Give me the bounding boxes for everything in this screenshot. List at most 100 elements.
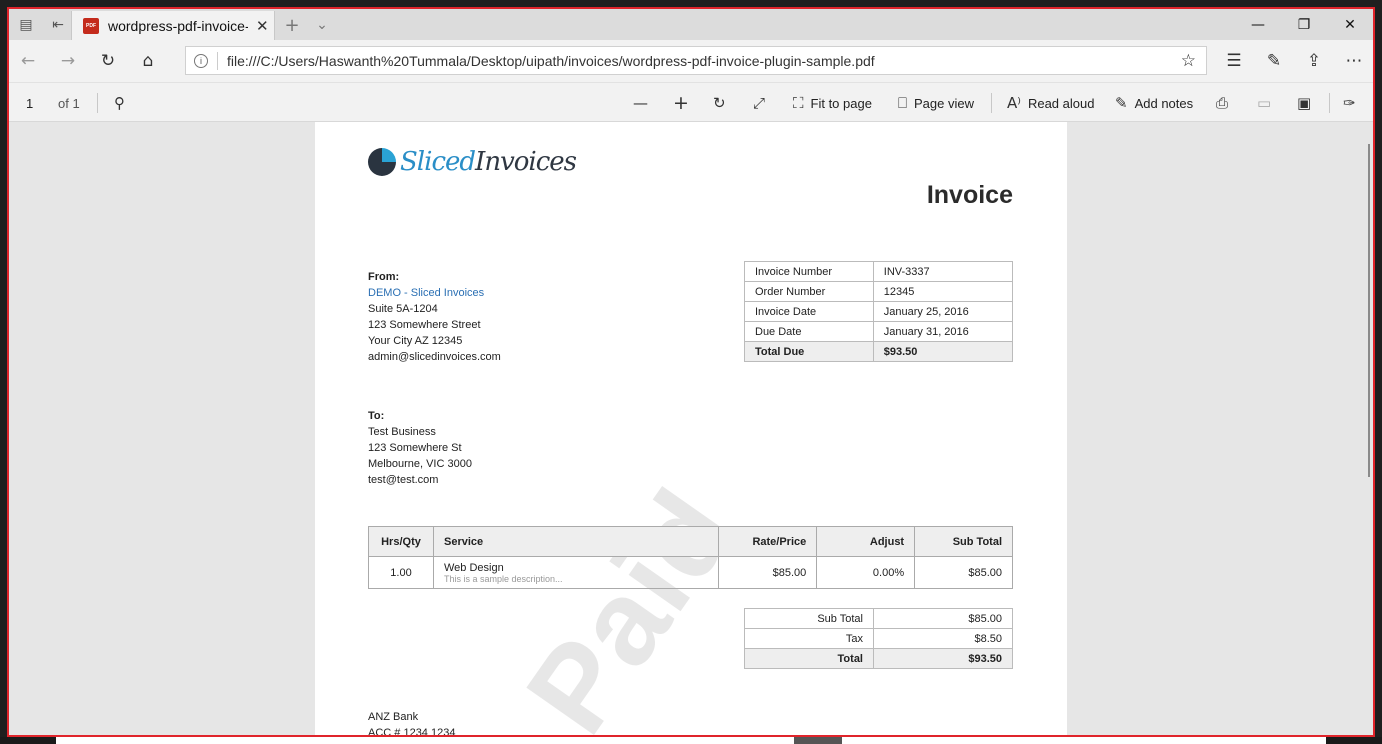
- totals-label: Sub Total: [744, 608, 874, 629]
- meta-label: Invoice Number: [744, 261, 874, 282]
- to-address: To: Test Business 123 Somewhere St Melbo…: [368, 408, 472, 488]
- table-row: 1.00 Web Design This is a sample descrip…: [368, 556, 1013, 589]
- print-icon[interactable]: ⎙: [1216, 83, 1235, 123]
- url-field[interactable]: i file:///C:/Users/Haswanth%20Tummala/De…: [185, 46, 1207, 75]
- meta-value: INV-3337: [872, 261, 1014, 282]
- pdf-viewer[interactable]: Paid Sliced Invoices Invoice From: DEMO -…: [9, 122, 1373, 735]
- from-line3: Your City AZ 12345: [368, 335, 463, 347]
- tab-list-icon[interactable]: ▤: [15, 14, 37, 36]
- header-rate: Rate/Price: [718, 526, 818, 557]
- sliced-invoices-logo: Sliced Invoices: [368, 147, 577, 177]
- add-notes-label: Add notes: [1134, 95, 1194, 111]
- refresh-icon[interactable]: ↻: [95, 49, 121, 73]
- tab-title: wordpress-pdf-invoice-: [108, 17, 248, 34]
- meta-row: Invoice Date January 25, 2016: [744, 301, 1014, 322]
- from-company[interactable]: DEMO - Sliced Invoices: [368, 285, 501, 301]
- totals-table: Sub Total $85.00 Tax $8.50 Total $93.50: [744, 608, 1013, 669]
- bank-name: ANZ Bank: [368, 711, 419, 723]
- to-label: To:: [368, 410, 385, 422]
- fit-to-page-icon: ⛶: [793, 94, 804, 112]
- favorite-star-icon[interactable]: ☆: [1181, 51, 1196, 71]
- to-name: Test Business: [368, 426, 436, 438]
- item-adjust: 0.00%: [816, 556, 916, 589]
- zoom-in-icon[interactable]: +: [673, 83, 696, 123]
- page-number-input[interactable]: 1: [26, 83, 33, 123]
- toolbar-divider: [97, 93, 98, 113]
- meta-row-total: Total Due $93.50: [744, 341, 1014, 362]
- read-aloud-button[interactable]: A⁾ Read aloud: [1007, 83, 1094, 123]
- from-email: admin@slicedinvoices.com: [368, 351, 501, 363]
- url-text[interactable]: file:///C:/Users/Haswanth%20Tummala/Desk…: [227, 53, 875, 69]
- home-icon[interactable]: ⌂: [135, 49, 161, 73]
- bank-account: ACC # 1234 1234: [368, 727, 456, 735]
- header-service: Service: [432, 526, 720, 557]
- minimize-button[interactable]: —: [1235, 9, 1281, 40]
- item-subtotal: $85.00: [914, 556, 1013, 589]
- fullscreen-icon[interactable]: ⤢: [753, 83, 772, 123]
- from-line2: 123 Somewhere Street: [368, 319, 481, 331]
- close-tab-icon[interactable]: ✕: [256, 17, 269, 35]
- paid-watermark: Paid: [500, 465, 761, 735]
- items-header-row: Hrs/Qty Service Rate/Price Adjust Sub To…: [368, 526, 1013, 557]
- meta-value: January 25, 2016: [872, 301, 1014, 322]
- restore-button[interactable]: ❐: [1281, 9, 1327, 40]
- new-tab-icon[interactable]: +: [281, 14, 303, 36]
- pdf-page: Paid Sliced Invoices Invoice From: DEMO -…: [315, 122, 1067, 735]
- pdf-file-icon: PDF: [83, 17, 99, 34]
- share-icon[interactable]: ⇪: [1301, 49, 1327, 73]
- rotate-icon[interactable]: ↻: [713, 83, 733, 123]
- fit-to-page-label: Fit to page: [810, 95, 872, 111]
- totals-value: $93.50: [873, 648, 1013, 669]
- meta-label: Invoice Date: [744, 301, 874, 322]
- logo-text-sliced: Sliced: [400, 147, 476, 177]
- browser-window: ▤ ⇤ PDF wordpress-pdf-invoice- ✕ + ⌄ — ❐…: [7, 7, 1375, 737]
- meta-value: $93.50: [872, 341, 1014, 362]
- toolbar-divider: [1329, 93, 1330, 113]
- invoice-title: Invoice: [926, 181, 1013, 209]
- header-adjust: Adjust: [816, 526, 916, 557]
- item-description: This is a sample description...: [443, 573, 563, 584]
- pie-logo-icon: [368, 148, 396, 176]
- save-icon[interactable]: ▭: [1257, 83, 1278, 123]
- meta-label: Total Due: [744, 341, 874, 362]
- zoom-out-icon[interactable]: —: [633, 83, 655, 123]
- meta-label: Order Number: [744, 281, 874, 302]
- pdf-toolbar: 1 of 1 ⚲ — + ↻ ⤢ ⛶ Fit to page ⎕ Page vi…: [9, 82, 1373, 122]
- url-separator: [217, 51, 218, 70]
- back-icon[interactable]: ←: [15, 49, 41, 73]
- tab-active[interactable]: PDF wordpress-pdf-invoice- ✕: [71, 11, 275, 40]
- page-view-icon: ⎕: [898, 94, 908, 112]
- from-label: From:: [368, 271, 400, 283]
- close-window-button[interactable]: ✕: [1327, 9, 1373, 40]
- page-view-button[interactable]: ⎕ Page view: [898, 83, 974, 123]
- logo-text-invoices: Invoices: [475, 147, 577, 177]
- meta-row: Order Number 12345: [744, 281, 1014, 302]
- totals-value: $8.50: [873, 628, 1013, 649]
- web-notes-pen-icon[interactable]: ✎: [1261, 49, 1287, 73]
- set-tabs-aside-icon[interactable]: ⇤: [47, 14, 69, 36]
- item-service-cell: Web Design This is a sample description.…: [432, 556, 720, 589]
- more-menu-icon[interactable]: ⋯: [1341, 49, 1367, 73]
- site-info-icon[interactable]: i: [194, 53, 208, 68]
- fit-to-page-button[interactable]: ⛶ Fit to page: [793, 83, 872, 123]
- search-icon[interactable]: ⚲: [114, 83, 132, 123]
- item-rate: $85.00: [718, 556, 818, 589]
- taskbar-segment-active: [794, 737, 842, 744]
- bank-details: ANZ Bank ACC # 1234 1234: [368, 709, 455, 735]
- to-email: test@test.com: [368, 474, 439, 486]
- read-aloud-icon: A⁾: [1007, 94, 1021, 112]
- totals-label: Total: [744, 648, 874, 669]
- to-line2: Melbourne, VIC 3000: [368, 458, 472, 470]
- from-line1: Suite 5A-1204: [368, 303, 438, 315]
- totals-row: Sub Total $85.00: [744, 608, 1013, 629]
- save-as-icon[interactable]: ▣: [1297, 83, 1318, 123]
- toolbar-divider: [991, 93, 992, 113]
- tab-preview-chevron-icon[interactable]: ⌄: [311, 14, 333, 36]
- pin-toolbar-icon[interactable]: ✑: [1343, 83, 1363, 123]
- read-aloud-label: Read aloud: [1027, 95, 1095, 111]
- favorites-hub-icon[interactable]: ☰: [1221, 49, 1247, 73]
- forward-icon[interactable]: →: [55, 49, 81, 73]
- add-notes-button[interactable]: ✎ Add notes: [1115, 83, 1193, 123]
- vertical-scrollbar[interactable]: [1368, 144, 1370, 477]
- items-table: Hrs/Qty Service Rate/Price Adjust Sub To…: [368, 526, 1013, 589]
